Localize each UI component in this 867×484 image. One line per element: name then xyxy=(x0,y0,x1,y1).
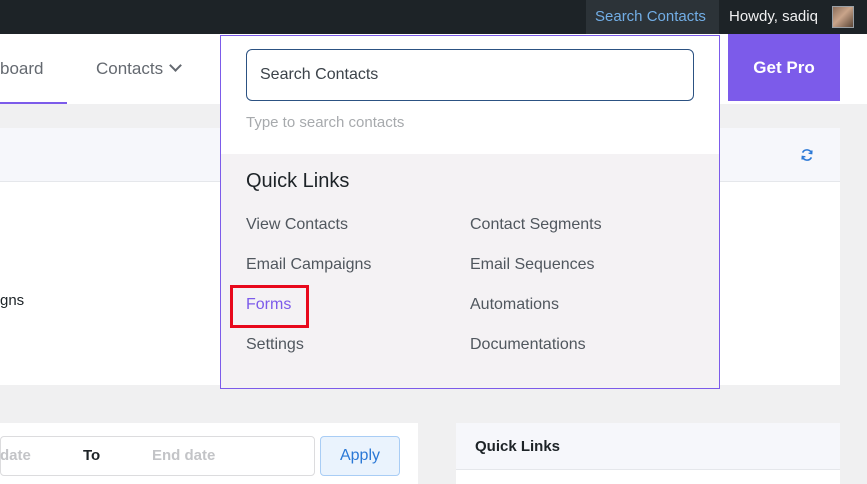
quick-link-email-campaigns[interactable]: Email Campaigns xyxy=(246,256,371,274)
get-pro-button[interactable]: Get Pro xyxy=(728,34,840,101)
nav-contacts-label: Contacts xyxy=(96,59,164,78)
date-range-separator: To xyxy=(83,447,101,464)
chevron-down-icon xyxy=(169,59,182,72)
apply-button[interactable]: Apply xyxy=(320,436,400,476)
nav-dashboard[interactable]: board xyxy=(0,34,43,104)
quick-links-title: Quick Links xyxy=(246,170,350,192)
campaigns-stat-label: gns xyxy=(0,292,25,309)
refresh-icon[interactable] xyxy=(800,148,814,162)
search-contacts-input[interactable] xyxy=(246,49,694,101)
nav-contacts[interactable]: Contacts xyxy=(96,34,182,104)
howdy-user-menu[interactable]: Howdy, sadiq xyxy=(729,0,818,34)
avatar[interactable] xyxy=(832,6,854,28)
quick-link-contact-segments[interactable]: Contact Segments xyxy=(470,216,602,234)
admin-bar-search-contacts[interactable]: Search Contacts xyxy=(586,0,719,34)
forms-highlight-box xyxy=(230,285,309,328)
start-date-input[interactable]: date xyxy=(0,447,31,464)
search-hint: Type to search contacts xyxy=(246,114,405,131)
quick-link-email-sequences[interactable]: Email Sequences xyxy=(470,256,595,274)
quick-links-panel-title: Quick Links xyxy=(475,438,561,455)
end-date-input[interactable]: End date xyxy=(152,447,215,464)
nav-active-indicator xyxy=(0,102,67,104)
quick-link-view-contacts[interactable]: View Contacts xyxy=(246,216,348,234)
quick-link-automations[interactable]: Automations xyxy=(470,296,559,314)
quick-link-documentations[interactable]: Documentations xyxy=(470,336,586,354)
quick-link-settings[interactable]: Settings xyxy=(246,336,304,354)
